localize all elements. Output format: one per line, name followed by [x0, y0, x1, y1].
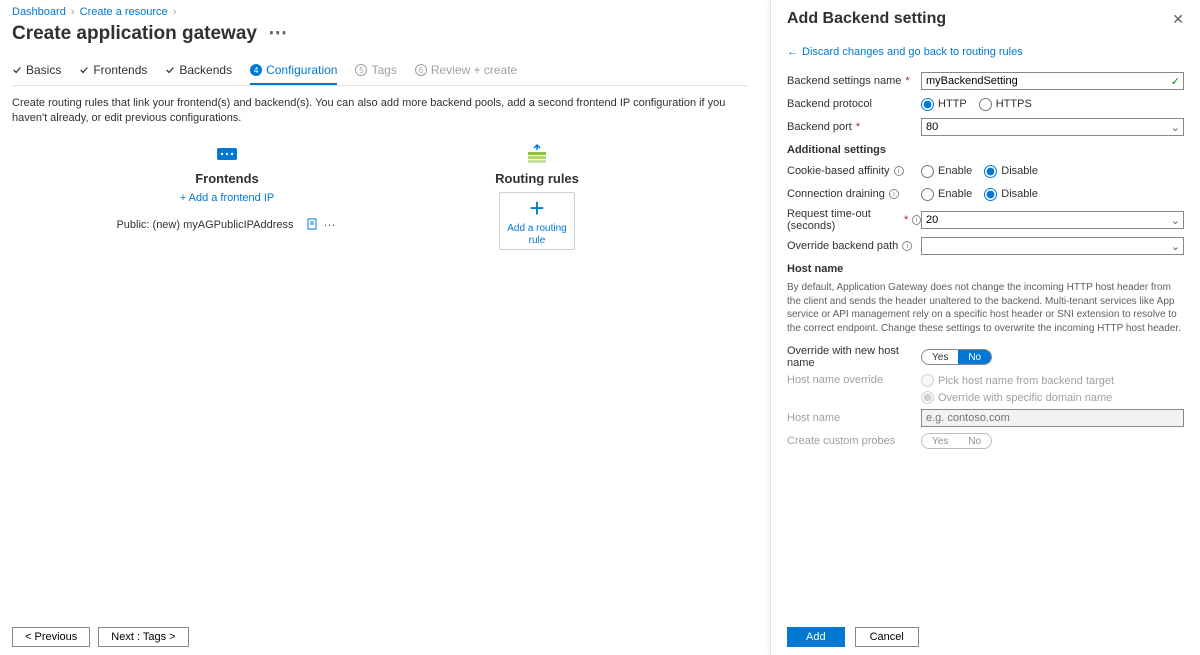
plus-icon: + — [529, 195, 544, 221]
configuration-diagram: Frontends + Add a frontend IP Public: (n… — [12, 143, 748, 250]
toggle-no: No — [958, 434, 991, 448]
frontend-ip-item: Public: (new) myAGPublicIPAddress ⋯ — [116, 218, 337, 232]
connection-draining-label: Connection draining i — [787, 188, 921, 200]
draining-disable-radio[interactable]: Disable — [984, 188, 1038, 201]
tab-label: Review + create — [431, 63, 517, 77]
info-icon[interactable]: i — [889, 189, 899, 199]
chevron-right-icon: › — [173, 6, 177, 18]
cookie-affinity-label: Cookie-based affinity i — [787, 165, 921, 177]
add-frontend-ip-link[interactable]: + Add a frontend IP — [180, 192, 275, 204]
close-icon[interactable]: ✕ — [1172, 11, 1184, 28]
frontends-icon — [207, 143, 247, 167]
breadcrumb-item-create-resource[interactable]: Create a resource — [80, 6, 168, 18]
affinity-disable-radio[interactable]: Disable — [984, 165, 1038, 178]
override-specific-domain-radio: Override with specific domain name — [921, 391, 1184, 404]
breadcrumb: Dashboard › Create a resource › — [12, 6, 748, 18]
panel-footer: Add Cancel — [787, 627, 919, 647]
additional-settings-heading: Additional settings — [787, 144, 1184, 156]
tab-configuration[interactable]: 4 Configuration — [250, 59, 337, 85]
frontends-column: Frontends + Add a frontend IP Public: (n… — [112, 143, 342, 250]
routing-rules-heading: Routing rules — [495, 171, 579, 186]
info-icon[interactable]: i — [894, 166, 904, 176]
create-custom-probes-label: Create custom probes — [787, 435, 921, 447]
host-name-override-label: Host name override — [787, 374, 921, 386]
frontend-ip-label: Public: (new) myAGPublicIPAddress — [116, 219, 293, 231]
pick-from-backend-radio: Pick host name from backend target — [921, 374, 1184, 387]
host-name-label: Host name — [787, 412, 921, 424]
tab-label: Basics — [26, 63, 61, 77]
draining-enable-radio[interactable]: Enable — [921, 188, 972, 201]
step-number-icon: 4 — [250, 64, 262, 76]
tab-label: Configuration — [266, 63, 337, 77]
cancel-button[interactable]: Cancel — [855, 627, 919, 647]
tab-basics[interactable]: Basics — [12, 59, 61, 85]
host-name-description: By default, Application Gateway does not… — [787, 281, 1184, 335]
panel-title: Add Backend setting — [787, 10, 946, 28]
wizard-footer: < Previous Next : Tags > — [12, 627, 189, 647]
page-title-text: Create application gateway — [12, 23, 257, 44]
previous-button[interactable]: < Previous — [12, 627, 90, 647]
override-backend-path-input[interactable] — [921, 237, 1184, 255]
main-content: Dashboard › Create a resource › Create a… — [0, 0, 760, 655]
chevron-right-icon: › — [71, 6, 75, 18]
tab-label: Tags — [371, 63, 396, 77]
backend-protocol-label: Backend protocol — [787, 98, 921, 110]
info-icon[interactable]: i — [912, 215, 921, 225]
discard-changes-link[interactable]: ← Discard changes and go back to routing… — [787, 46, 1184, 58]
affinity-enable-radio[interactable]: Enable — [921, 165, 972, 178]
backend-settings-name-input[interactable] — [921, 72, 1184, 90]
routing-rules-icon — [517, 143, 557, 167]
tab-label: Frontends — [93, 63, 147, 77]
next-button[interactable]: Next : Tags > — [98, 627, 188, 647]
edit-icon[interactable] — [306, 218, 320, 232]
override-backend-path-label: Override backend path i — [787, 240, 921, 252]
request-timeout-label: Request time-out (seconds) * i — [787, 208, 921, 232]
toggle-yes[interactable]: Yes — [922, 350, 958, 364]
backend-port-input[interactable] — [921, 118, 1184, 136]
override-hostname-toggle[interactable]: Yes No — [921, 349, 992, 365]
create-probes-toggle: Yes No — [921, 433, 992, 449]
more-icon[interactable]: ⋯ — [268, 23, 287, 44]
add-routing-rule-card[interactable]: + Add a routing rule — [499, 192, 575, 250]
info-icon[interactable]: i — [902, 241, 912, 251]
host-name-heading: Host name — [787, 263, 1184, 275]
tab-frontends[interactable]: Frontends — [79, 59, 147, 85]
more-icon[interactable]: ⋯ — [324, 218, 338, 232]
step-number-icon: 5 — [355, 64, 367, 76]
request-timeout-input[interactable] — [921, 211, 1184, 229]
override-new-hostname-label: Override with new host name — [787, 345, 921, 369]
protocol-http-radio[interactable]: HTTP — [921, 98, 967, 111]
page-title: Create application gateway ⋯ — [12, 22, 748, 45]
toggle-no[interactable]: No — [958, 350, 991, 364]
frontends-heading: Frontends — [195, 171, 259, 186]
add-backend-setting-panel: Add Backend setting ✕ ← Discard changes … — [770, 0, 1200, 655]
protocol-https-radio[interactable]: HTTPS — [979, 98, 1032, 111]
backend-port-label: Backend port * — [787, 121, 921, 133]
tab-tags[interactable]: 5 Tags — [355, 59, 396, 85]
tab-review-create[interactable]: 6 Review + create — [415, 59, 517, 85]
tab-label: Backends — [179, 63, 232, 77]
wizard-tabs: Basics Frontends Backends 4 Configuratio… — [12, 59, 748, 86]
check-icon — [12, 65, 22, 75]
page-description: Create routing rules that link your fron… — [12, 96, 748, 127]
discard-label: Discard changes and go back to routing r… — [802, 46, 1023, 58]
backend-settings-name-label: Backend settings name * — [787, 75, 921, 87]
arrow-left-icon: ← — [787, 46, 798, 58]
add-button[interactable]: Add — [787, 627, 845, 647]
check-icon — [165, 65, 175, 75]
step-number-icon: 6 — [415, 64, 427, 76]
add-routing-rule-label: Add a routing rule — [500, 223, 574, 247]
check-icon — [79, 65, 89, 75]
tab-backends[interactable]: Backends — [165, 59, 232, 85]
toggle-yes: Yes — [922, 434, 958, 448]
breadcrumb-item-dashboard[interactable]: Dashboard — [12, 6, 66, 18]
host-name-input — [921, 409, 1184, 427]
routing-rules-column: Routing rules + Add a routing rule — [422, 143, 652, 250]
